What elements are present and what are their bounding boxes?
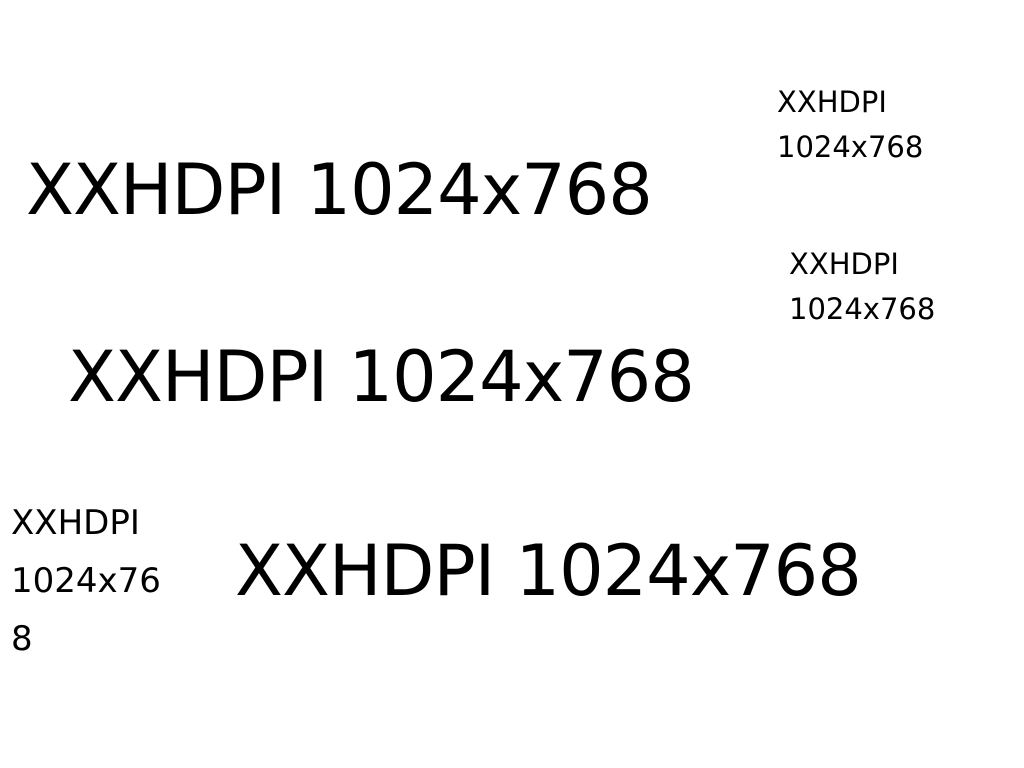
resolution-label-small-middle-right: XXHDPI 1024x768 bbox=[789, 247, 936, 326]
resolution-label-wrapped-left: XXHDPI 1024x76 8 bbox=[11, 503, 161, 659]
resolution-label-large-bottom: XXHDPI 1024x768 bbox=[235, 530, 862, 612]
resolution-label-large-top: XXHDPI 1024x768 bbox=[26, 149, 653, 231]
resolution-label-small-top-right: XXHDPI 1024x768 bbox=[777, 85, 924, 164]
resolution-label-large-middle: XXHDPI 1024x768 bbox=[68, 336, 695, 418]
